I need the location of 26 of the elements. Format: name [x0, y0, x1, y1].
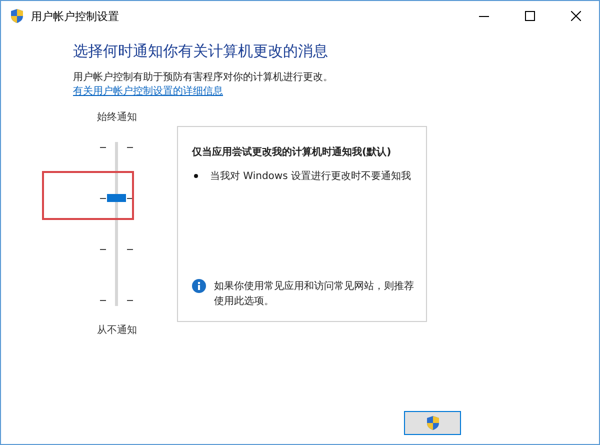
tick-mark [127, 198, 133, 199]
shield-icon [9, 8, 25, 24]
slider-thumb[interactable] [107, 194, 126, 202]
heading: 选择何时通知你有关计算机更改的消息 [73, 41, 329, 61]
tick-mark [127, 249, 133, 250]
info-icon [192, 279, 206, 293]
maximize-icon[interactable] [525, 11, 535, 21]
panel-title: 仅当应用尝试更改我的计算机时通知我(默认) [192, 145, 392, 159]
recommendation-note: 如果你使用常见应用和访问常见网站，则推荐使用此选项。 [214, 280, 414, 309]
bottom-label: 从不通知 [97, 324, 137, 338]
bullet-icon [194, 174, 198, 178]
slider-track[interactable] [115, 142, 118, 306]
close-icon[interactable] [571, 11, 581, 21]
tick-mark [127, 147, 133, 148]
tick-mark [127, 300, 133, 301]
tick-mark [100, 147, 106, 148]
description: 用户帐户控制有助于预防有害程序对你的计算机进行更改。 [73, 71, 334, 85]
top-label: 始终通知 [97, 111, 137, 125]
tick-mark [100, 300, 106, 301]
shield-icon [424, 415, 440, 431]
details-link[interactable]: 有关用户帐户控制设置的详细信息 [73, 85, 223, 99]
bullet-text: 当我对 Windows 设置进行更改时不要通知我 [210, 170, 411, 183]
ok-button[interactable] [404, 411, 461, 435]
tick-mark [100, 249, 106, 250]
window-title: 用户帐户控制设置 [31, 8, 120, 24]
tick-mark [100, 198, 106, 199]
